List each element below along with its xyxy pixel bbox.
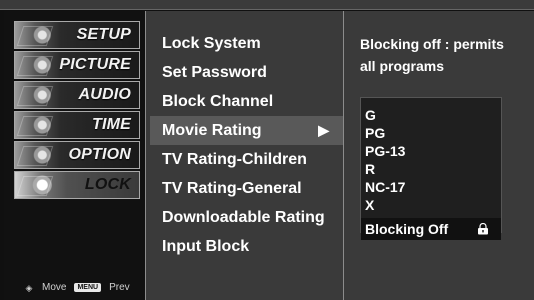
top-bar [0, 0, 534, 10]
options-panel: Lock System Set Password Block Channel M… [146, 11, 344, 300]
category-list: SETUP PICTURE AUDIO TIME OPTION LOCK [14, 21, 140, 201]
category-setup-label: SETUP [76, 26, 131, 43]
option-tv-rating-children-label: TV Rating-Children [162, 150, 307, 168]
option-downloadable-rating-label: Downloadable Rating [162, 208, 325, 226]
rating-blocking-off-label: Blocking Off [365, 221, 449, 237]
rating-pg[interactable]: PG [361, 124, 501, 142]
option-input-block-label: Input Block [162, 237, 250, 255]
option-downloadable-rating[interactable]: Downloadable Rating [146, 203, 343, 232]
category-option-label: OPTION [68, 146, 131, 163]
category-time-label: TIME [91, 116, 131, 133]
rating-g[interactable]: G [361, 106, 501, 124]
option-block-channel-label: Block Channel [162, 92, 274, 110]
rating-x[interactable]: X [361, 196, 501, 214]
option-tv-rating-children[interactable]: TV Rating-Children [146, 145, 343, 174]
option-lock-system-label: Lock System [162, 34, 261, 52]
option-tv-rating-general[interactable]: TV Rating-General [146, 174, 343, 203]
category-audio-label: AUDIO [78, 86, 131, 103]
rating-pg-13-label: PG-13 [365, 143, 406, 159]
move-label: Move [42, 282, 67, 293]
rating-blocking-off[interactable]: Blocking Off [361, 218, 501, 240]
option-block-channel[interactable]: Block Channel [146, 87, 343, 116]
footer-help: ◈ Move MENU Prev [24, 282, 130, 293]
rating-r-label: R [365, 161, 376, 177]
option-movie-rating-label: Movie Rating [162, 121, 262, 139]
category-lock[interactable]: LOCK [14, 171, 140, 199]
lock-icon [476, 223, 490, 235]
rating-pg-label: PG [365, 125, 386, 141]
category-time[interactable]: TIME [14, 111, 140, 139]
details-panel: Blocking off : permits all programs G PG… [344, 11, 534, 300]
category-picture-label: PICTURE [59, 56, 131, 73]
rating-description: Blocking off : permits all programs [360, 36, 504, 74]
chevron-right-icon: ▶ [318, 122, 329, 138]
option-set-password[interactable]: Set Password [146, 58, 343, 87]
menu-badge: MENU [74, 283, 102, 292]
category-setup[interactable]: SETUP [14, 21, 140, 49]
category-panel: SETUP PICTURE AUDIO TIME OPTION LOCK ◈ M… [4, 11, 146, 300]
rating-x-label: X [365, 197, 375, 213]
lock-menu: SETUP PICTURE AUDIO TIME OPTION LOCK ◈ M… [4, 11, 534, 300]
rating-pg-13[interactable]: PG-13 [361, 142, 501, 160]
rating-nc-17[interactable]: NC-17 [361, 178, 501, 196]
option-movie-rating[interactable]: Movie Rating ▶ [150, 116, 343, 145]
option-lock-system[interactable]: Lock System [146, 29, 343, 58]
rating-nc-17-label: NC-17 [365, 179, 406, 195]
option-list: Lock System Set Password Block Channel M… [146, 29, 343, 261]
tv-menu-screen: SETUP PICTURE AUDIO TIME OPTION LOCK ◈ M… [0, 0, 534, 300]
rating-g-label: G [365, 107, 376, 123]
option-set-password-label: Set Password [162, 63, 267, 81]
move-icon: ◈ [25, 282, 33, 293]
movie-rating-list: G PG PG-13 R NC-17 X Blocking Off [360, 97, 502, 240]
prev-label: Prev [109, 282, 130, 293]
option-input-block[interactable]: Input Block [146, 232, 343, 261]
category-audio[interactable]: AUDIO [14, 81, 140, 109]
option-tv-rating-general-label: TV Rating-General [162, 179, 302, 197]
rating-r[interactable]: R [361, 160, 501, 178]
category-picture[interactable]: PICTURE [14, 51, 140, 79]
category-lock-label: LOCK [84, 176, 131, 193]
category-option[interactable]: OPTION [14, 141, 140, 169]
